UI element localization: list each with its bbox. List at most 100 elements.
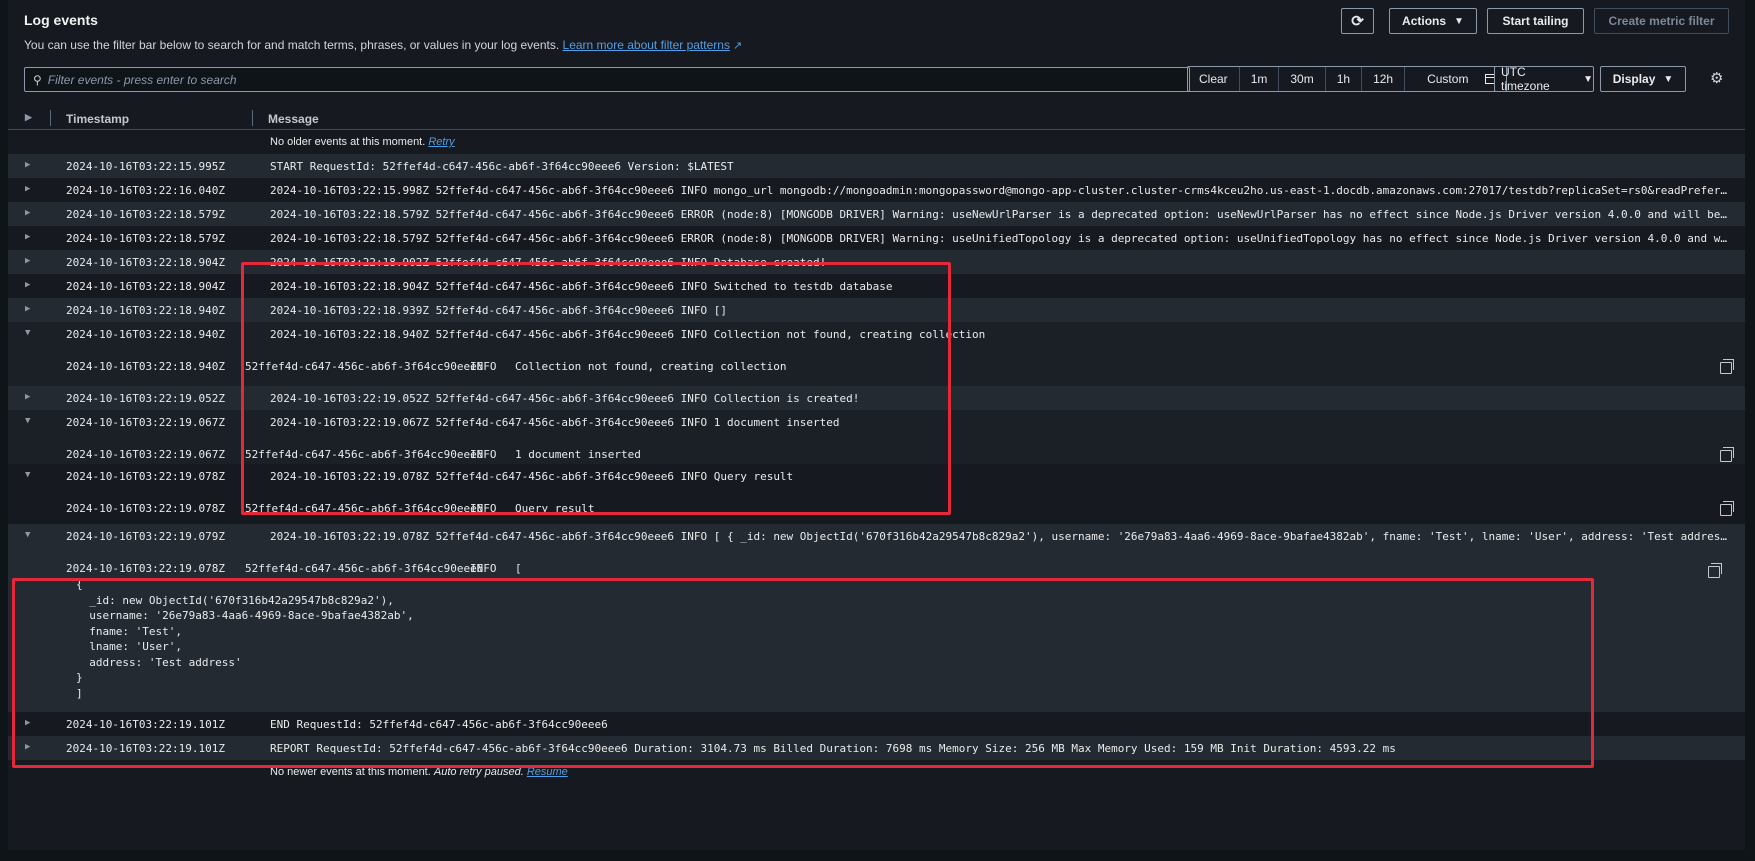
filter-events-input[interactable] <box>47 72 1148 87</box>
detail-level: INFO <box>470 502 497 515</box>
collapse-arrow-icon[interactable]: ▼ <box>25 328 30 338</box>
row-message: 2024-10-16T03:22:18.940Z 52ffef4d-c647-4… <box>270 328 986 341</box>
actions-button[interactable]: Actions ▼ <box>1389 8 1477 34</box>
actions-label: Actions <box>1402 14 1447 28</box>
no-older-events: No older events at this moment. Retry <box>8 130 1745 154</box>
expand-arrow-icon[interactable]: ▶ <box>25 256 30 266</box>
table-row-expanded[interactable]: ▼ 2024-10-16T03:22:19.079Z 2024-10-16T03… <box>8 524 1745 712</box>
table-row-expanded[interactable]: ▼ 2024-10-16T03:22:18.940Z 2024-10-16T03… <box>8 322 1745 386</box>
table-row[interactable]: ▶ 2024-10-16T03:22:18.579Z 2024-10-16T03… <box>8 226 1745 250</box>
create-metric-filter-label: Create metric filter <box>1608 14 1715 28</box>
table-header: ▶ Timestamp Message <box>8 106 1745 130</box>
table-row[interactable]: ▶ 2024-10-16T03:22:15.995Z START Request… <box>8 154 1745 178</box>
expand-arrow-icon[interactable]: ▶ <box>25 742 30 752</box>
row-timestamp: 2024-10-16T03:22:19.101Z <box>66 742 225 755</box>
expand-arrow-icon[interactable]: ▶ <box>25 718 30 728</box>
display-button[interactable]: Display ▼ <box>1600 66 1686 92</box>
table-row[interactable]: ▶ 2024-10-16T03:22:16.040Z 2024-10-16T03… <box>8 178 1745 202</box>
collapse-arrow-icon[interactable]: ▼ <box>25 530 30 540</box>
table-row[interactable]: ▶ 2024-10-16T03:22:18.579Z 2024-10-16T03… <box>8 202 1745 226</box>
expand-arrow-icon[interactable]: ▶ <box>25 160 30 170</box>
copy-icon[interactable] <box>1720 447 1734 462</box>
range-1m[interactable]: 1m <box>1238 67 1279 91</box>
resume-link[interactable]: Resume <box>527 766 568 778</box>
range-12h[interactable]: 12h <box>1361 67 1404 91</box>
column-timestamp[interactable]: Timestamp <box>66 112 129 126</box>
display-label: Display <box>1612 72 1656 86</box>
row-message: 2024-10-16T03:22:19.078Z 52ffef4d-c647-4… <box>270 530 1732 543</box>
expand-arrow-icon[interactable]: ▶ <box>25 304 30 314</box>
detail-level: INFO <box>470 562 497 575</box>
detail-message: [ <box>515 562 522 575</box>
range-clear[interactable]: Clear <box>1188 67 1239 91</box>
detail-level: INFO <box>470 448 497 461</box>
column-divider <box>50 110 51 126</box>
search-icon: ⚲ <box>33 72 42 87</box>
row-message: START RequestId: 52ffef4d-c647-456c-ab6f… <box>270 160 734 173</box>
expand-arrow-icon[interactable]: ▶ <box>25 184 30 194</box>
row-message: 2024-10-16T03:22:19.067Z 52ffef4d-c647-4… <box>270 416 840 429</box>
row-message: END RequestId: 52ffef4d-c647-456c-ab6f-3… <box>270 718 608 731</box>
expand-arrow-icon[interactable]: ▶ <box>25 208 30 218</box>
row-message: REPORT RequestId: 52ffef4d-c647-456c-ab6… <box>270 742 1396 755</box>
copy-icon[interactable] <box>1720 501 1734 516</box>
row-timestamp: 2024-10-16T03:22:16.040Z <box>66 184 225 197</box>
create-metric-filter-button[interactable]: Create metric filter <box>1594 8 1729 34</box>
row-message: 2024-10-16T03:22:18.579Z 52ffef4d-c647-4… <box>270 232 1732 245</box>
caret-down-icon: ▼ <box>1583 73 1593 85</box>
detail-level: INFO <box>470 360 497 373</box>
table-row[interactable]: ▶ 2024-10-16T03:22:19.052Z 2024-10-16T03… <box>8 386 1745 410</box>
table-row[interactable]: ▶ 2024-10-16T03:22:18.940Z 2024-10-16T03… <box>8 298 1745 322</box>
table-row[interactable]: ▶ 2024-10-16T03:22:18.904Z 2024-10-16T03… <box>8 274 1745 298</box>
column-message[interactable]: Message <box>268 112 319 126</box>
row-timestamp: 2024-10-16T03:22:19.052Z <box>66 392 225 405</box>
expand-arrow-icon[interactable]: ▶ <box>25 232 30 242</box>
detail-timestamp: 2024-10-16T03:22:19.078Z <box>66 502 225 515</box>
retry-link[interactable]: Retry <box>428 136 454 148</box>
auto-retry-text: Auto retry paused. <box>433 766 524 778</box>
table-row[interactable]: ▶ 2024-10-16T03:22:18.904Z 2024-10-16T03… <box>8 250 1745 274</box>
row-message: 2024-10-16T03:22:18.902Z 52ffef4d-c647-4… <box>270 256 827 269</box>
external-link-icon: ↗ <box>732 40 743 52</box>
row-timestamp: 2024-10-16T03:22:19.078Z <box>66 470 225 483</box>
table-row[interactable]: ▶ 2024-10-16T03:22:19.101Z END RequestId… <box>8 712 1745 736</box>
filter-search: ⚲ <box>24 67 1190 92</box>
copy-icon[interactable] <box>1708 563 1722 578</box>
range-1h[interactable]: 1h <box>1324 67 1361 91</box>
table-row-expanded[interactable]: ▼ 2024-10-16T03:22:19.067Z 2024-10-16T03… <box>8 410 1745 464</box>
time-range-selector: Clear 1m 30m 1h 12h Custom <box>1187 66 1508 92</box>
detail-message: 1 document inserted <box>515 448 641 461</box>
range-30m[interactable]: 30m <box>1278 67 1324 91</box>
collapse-arrow-icon[interactable]: ▼ <box>25 416 30 426</box>
table-row[interactable]: ▶ 2024-10-16T03:22:19.101Z REPORT Reques… <box>8 736 1745 760</box>
learn-more-link[interactable]: Learn more about filter patterns <box>563 38 730 52</box>
gear-icon[interactable]: ⚙ <box>1710 69 1723 87</box>
detail-message: Collection not found, creating collectio… <box>515 360 787 373</box>
row-timestamp: 2024-10-16T03:22:15.995Z <box>66 160 225 173</box>
detail-timestamp: 2024-10-16T03:22:19.078Z <box>66 562 225 575</box>
row-timestamp: 2024-10-16T03:22:18.579Z <box>66 208 225 221</box>
table-row-expanded[interactable]: ▼ 2024-10-16T03:22:19.078Z 2024-10-16T03… <box>8 464 1745 524</box>
row-message: 2024-10-16T03:22:15.998Z 52ffef4d-c647-4… <box>270 184 1732 197</box>
start-tailing-label: Start tailing <box>1502 14 1569 28</box>
learn-more-label: Learn more about filter patterns <box>562 38 730 52</box>
row-timestamp: 2024-10-16T03:22:19.079Z <box>66 530 225 543</box>
timezone-select[interactable]: UTC timezone ▼ <box>1494 65 1594 93</box>
expand-all-icon[interactable]: ▶ <box>25 112 32 123</box>
expand-arrow-icon[interactable]: ▶ <box>25 392 30 402</box>
no-newer-text: No newer events at this moment. <box>270 766 431 778</box>
caret-down-icon: ▼ <box>1663 73 1674 85</box>
detail-timestamp: 2024-10-16T03:22:19.067Z <box>66 448 225 461</box>
refresh-button[interactable]: ⟳ <box>1341 8 1374 34</box>
detail-request-id: 52ffef4d-c647-456c-ab6f-3f64cc90eee6 <box>245 360 484 373</box>
range-custom[interactable]: Custom <box>1404 67 1506 91</box>
collapse-arrow-icon[interactable]: ▼ <box>25 470 30 480</box>
row-timestamp: 2024-10-16T03:22:18.940Z <box>66 328 225 341</box>
copy-icon[interactable] <box>1720 359 1734 374</box>
expand-arrow-icon[interactable]: ▶ <box>25 280 30 290</box>
row-message: 2024-10-16T03:22:18.904Z 52ffef4d-c647-4… <box>270 280 893 293</box>
start-tailing-button[interactable]: Start tailing <box>1487 8 1584 34</box>
detail-timestamp: 2024-10-16T03:22:18.940Z <box>66 360 225 373</box>
detail-request-id: 52ffef4d-c647-456c-ab6f-3f64cc90eee6 <box>245 502 484 515</box>
column-divider <box>252 110 253 126</box>
